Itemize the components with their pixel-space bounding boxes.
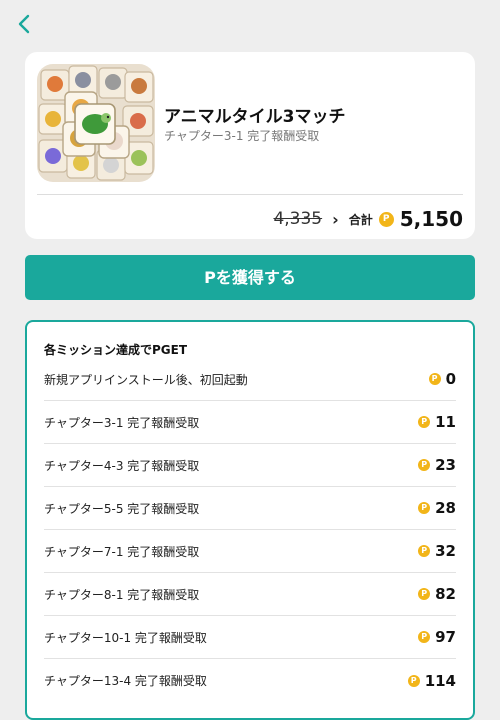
list-item: チャプター5-5 完了報酬受取 P 28 — [44, 487, 456, 530]
missions-title: 各ミッション達成でPGET — [44, 343, 188, 357]
total-value: 5,150 — [399, 207, 463, 231]
list-item: チャプター8-1 完了報酬受取 P 82 — [44, 573, 456, 616]
mission-value: 28 — [435, 499, 456, 517]
list-item: チャプター13-4 完了報酬受取 P 114 — [44, 659, 456, 702]
list-item: チャプター4-3 完了報酬受取 P 23 — [44, 444, 456, 487]
coin-icon: P — [378, 211, 394, 227]
animal-tile-app-icon — [37, 64, 155, 182]
mission-label: チャプター8-1 完了報酬受取 — [44, 587, 200, 602]
old-total-value: 4,335 — [273, 209, 323, 229]
coin-icon: P — [418, 416, 431, 428]
mission-label: チャプター5-5 完了報酬受取 — [44, 501, 200, 516]
mission-value: 11 — [435, 413, 456, 431]
app-card: アニマルタイル3マッチ チャプター3-1 完了報酬受取 4,335 › 合計 P… — [25, 52, 475, 239]
chevron-left-icon[interactable] — [14, 12, 34, 36]
list-item: チャプター10-1 完了報酬受取 P 97 — [44, 616, 456, 659]
list-item: チャプター3-1 完了報酬受取 P 11 — [44, 401, 456, 444]
mission-list: 新規アプリインストール後、初回起動 P 0 チャプター3-1 完了報酬受取 P … — [44, 358, 456, 702]
app-subtitle: チャプター3-1 完了報酬受取 — [164, 129, 320, 143]
mission-value: 114 — [424, 671, 456, 690]
coin-icon: P — [428, 373, 441, 385]
mission-value: 0 — [445, 370, 456, 388]
missions-panel: 各ミッション達成でPGET 新規アプリインストール後、初回起動 P 0 チャプタ… — [25, 320, 475, 720]
mission-points: P 23 — [418, 456, 456, 474]
mission-points: P 82 — [418, 585, 456, 603]
coin-icon: P — [418, 631, 431, 643]
coin-icon: P — [407, 674, 420, 687]
mission-points: P 97 — [418, 628, 456, 646]
mission-value: 97 — [435, 628, 456, 646]
chevron-right-icon: › — [332, 209, 339, 229]
coin-icon: P — [418, 459, 431, 471]
mission-points: P 0 — [428, 370, 456, 388]
list-item: チャプター7-1 完了報酬受取 P 32 — [44, 530, 456, 573]
mission-points: P 32 — [418, 542, 456, 560]
top-bar — [0, 0, 500, 48]
mission-label: チャプター13-4 完了報酬受取 — [44, 674, 207, 688]
coin-icon: P — [418, 588, 431, 600]
mission-points: P 28 — [418, 499, 456, 517]
coin-icon: P — [418, 545, 431, 557]
mission-label: 新規アプリインストール後、初回起動 — [44, 372, 248, 387]
divider — [37, 194, 463, 195]
coin-icon: P — [418, 502, 431, 514]
mission-value: 23 — [435, 456, 456, 474]
total-row: 4,335 › 合計 P 5,150 — [273, 204, 463, 234]
app-title: アニマルタイル3マッチ — [164, 107, 346, 127]
get-points-button[interactable]: Pを獲得する — [25, 255, 475, 300]
mission-value: 32 — [435, 542, 456, 560]
total-label: 合計 — [348, 212, 373, 227]
list-item: 新規アプリインストール後、初回起動 P 0 — [44, 358, 456, 401]
mission-label: チャプター7-1 完了報酬受取 — [44, 544, 200, 559]
mission-points: P 11 — [418, 413, 456, 431]
mission-value: 82 — [435, 585, 456, 603]
mission-label: チャプター4-3 完了報酬受取 — [44, 458, 200, 473]
mission-label: チャプター10-1 完了報酬受取 — [44, 630, 207, 645]
mission-points: P 114 — [407, 671, 456, 690]
mission-label: チャプター3-1 完了報酬受取 — [44, 415, 200, 430]
